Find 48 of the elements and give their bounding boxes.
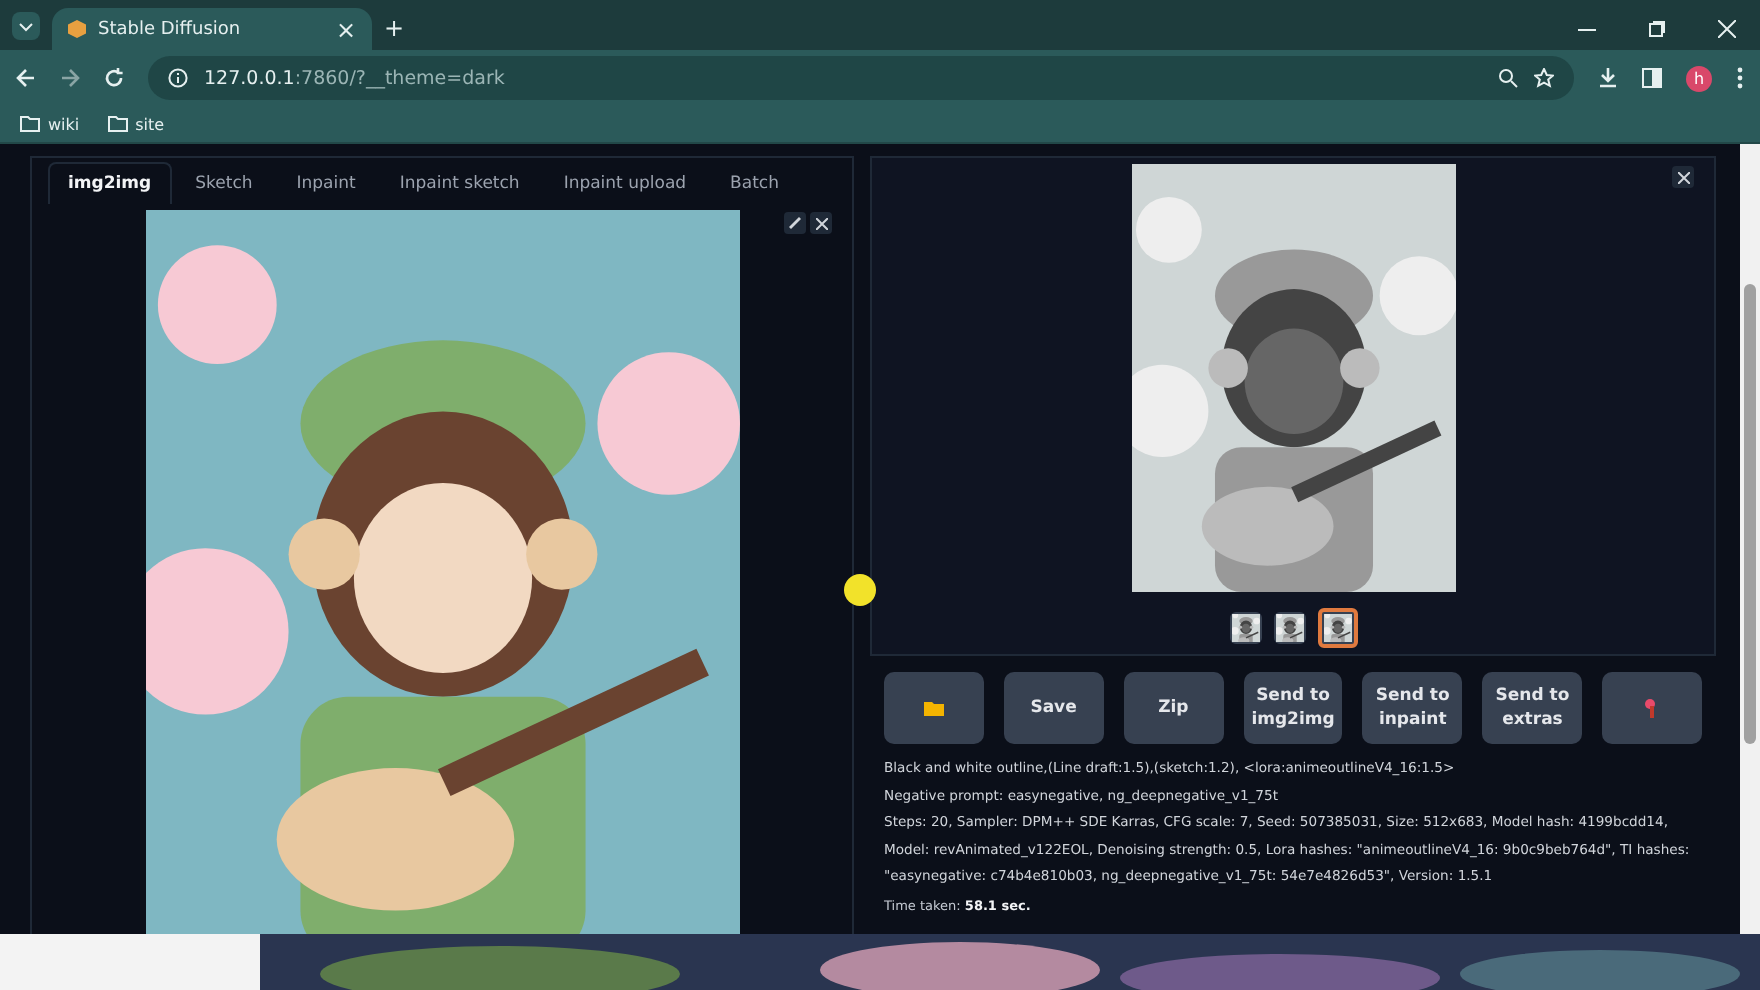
bookmark-link[interactable]: site	[107, 115, 165, 133]
restore-icon	[1648, 20, 1666, 38]
open-folder-button[interactable]	[884, 672, 984, 744]
mode-tab[interactable]: Sketch	[175, 162, 273, 204]
mode-tab[interactable]: Batch	[710, 162, 799, 204]
clear-button[interactable]	[810, 212, 832, 234]
menu-icon	[1736, 66, 1744, 90]
close-icon	[815, 217, 827, 229]
star-icon	[1534, 68, 1554, 88]
gallery-thumbnail[interactable]	[1317, 608, 1357, 648]
bookmark-link[interactable]: wiki	[20, 115, 80, 133]
browser-tab[interactable]: Stable Diffusion ×	[52, 8, 372, 50]
action-button[interactable]: Send to inpaint	[1362, 672, 1463, 744]
gallery-thumbnail[interactable]	[1273, 612, 1305, 644]
address-bar[interactable]: 127.0.0.1:7860/?__theme=dark	[148, 56, 1574, 100]
reload-icon	[104, 68, 124, 88]
folder-icon	[923, 700, 944, 716]
forward-icon	[60, 68, 80, 88]
action-button[interactable]: Send to extras	[1482, 672, 1583, 744]
mode-tab[interactable]: Inpaint upload	[543, 162, 707, 204]
paint-icon	[1644, 698, 1661, 718]
mode-tab[interactable]: img2img	[48, 162, 172, 204]
folder-icon	[20, 116, 40, 132]
action-button[interactable]: Save	[1003, 672, 1104, 744]
info-icon	[168, 68, 188, 88]
close-button[interactable]	[1672, 166, 1694, 188]
tab-search-icon	[12, 12, 40, 40]
close-tab-button[interactable]: ×	[335, 17, 356, 41]
cube-icon	[68, 20, 86, 38]
cursor-highlight-icon	[844, 574, 876, 606]
close-icon	[1718, 20, 1736, 38]
sidebar-icon	[1642, 68, 1662, 88]
pencil-icon	[788, 216, 802, 230]
download-icon	[1598, 68, 1618, 88]
gallery-thumbnail[interactable]	[1229, 612, 1261, 644]
url-text: 127.0.0.1:7860/?__theme=dark	[204, 67, 505, 89]
action-button[interactable]: Zip	[1123, 672, 1224, 744]
folder-icon	[107, 116, 128, 132]
edit-button[interactable]	[784, 212, 806, 234]
mode-tab[interactable]: Inpaint	[276, 162, 376, 204]
close-icon	[1677, 171, 1689, 183]
action-button[interactable]: Send to img2img	[1243, 672, 1343, 744]
zoom-icon	[1498, 68, 1518, 88]
tab-title: Stable Diffusion	[98, 19, 243, 39]
back-icon	[16, 68, 36, 88]
mode-tab[interactable]: Inpaint sketch	[379, 162, 540, 204]
new-tab-button[interactable]: +	[384, 16, 405, 40]
profile-avatar[interactable]: h	[1686, 65, 1712, 91]
